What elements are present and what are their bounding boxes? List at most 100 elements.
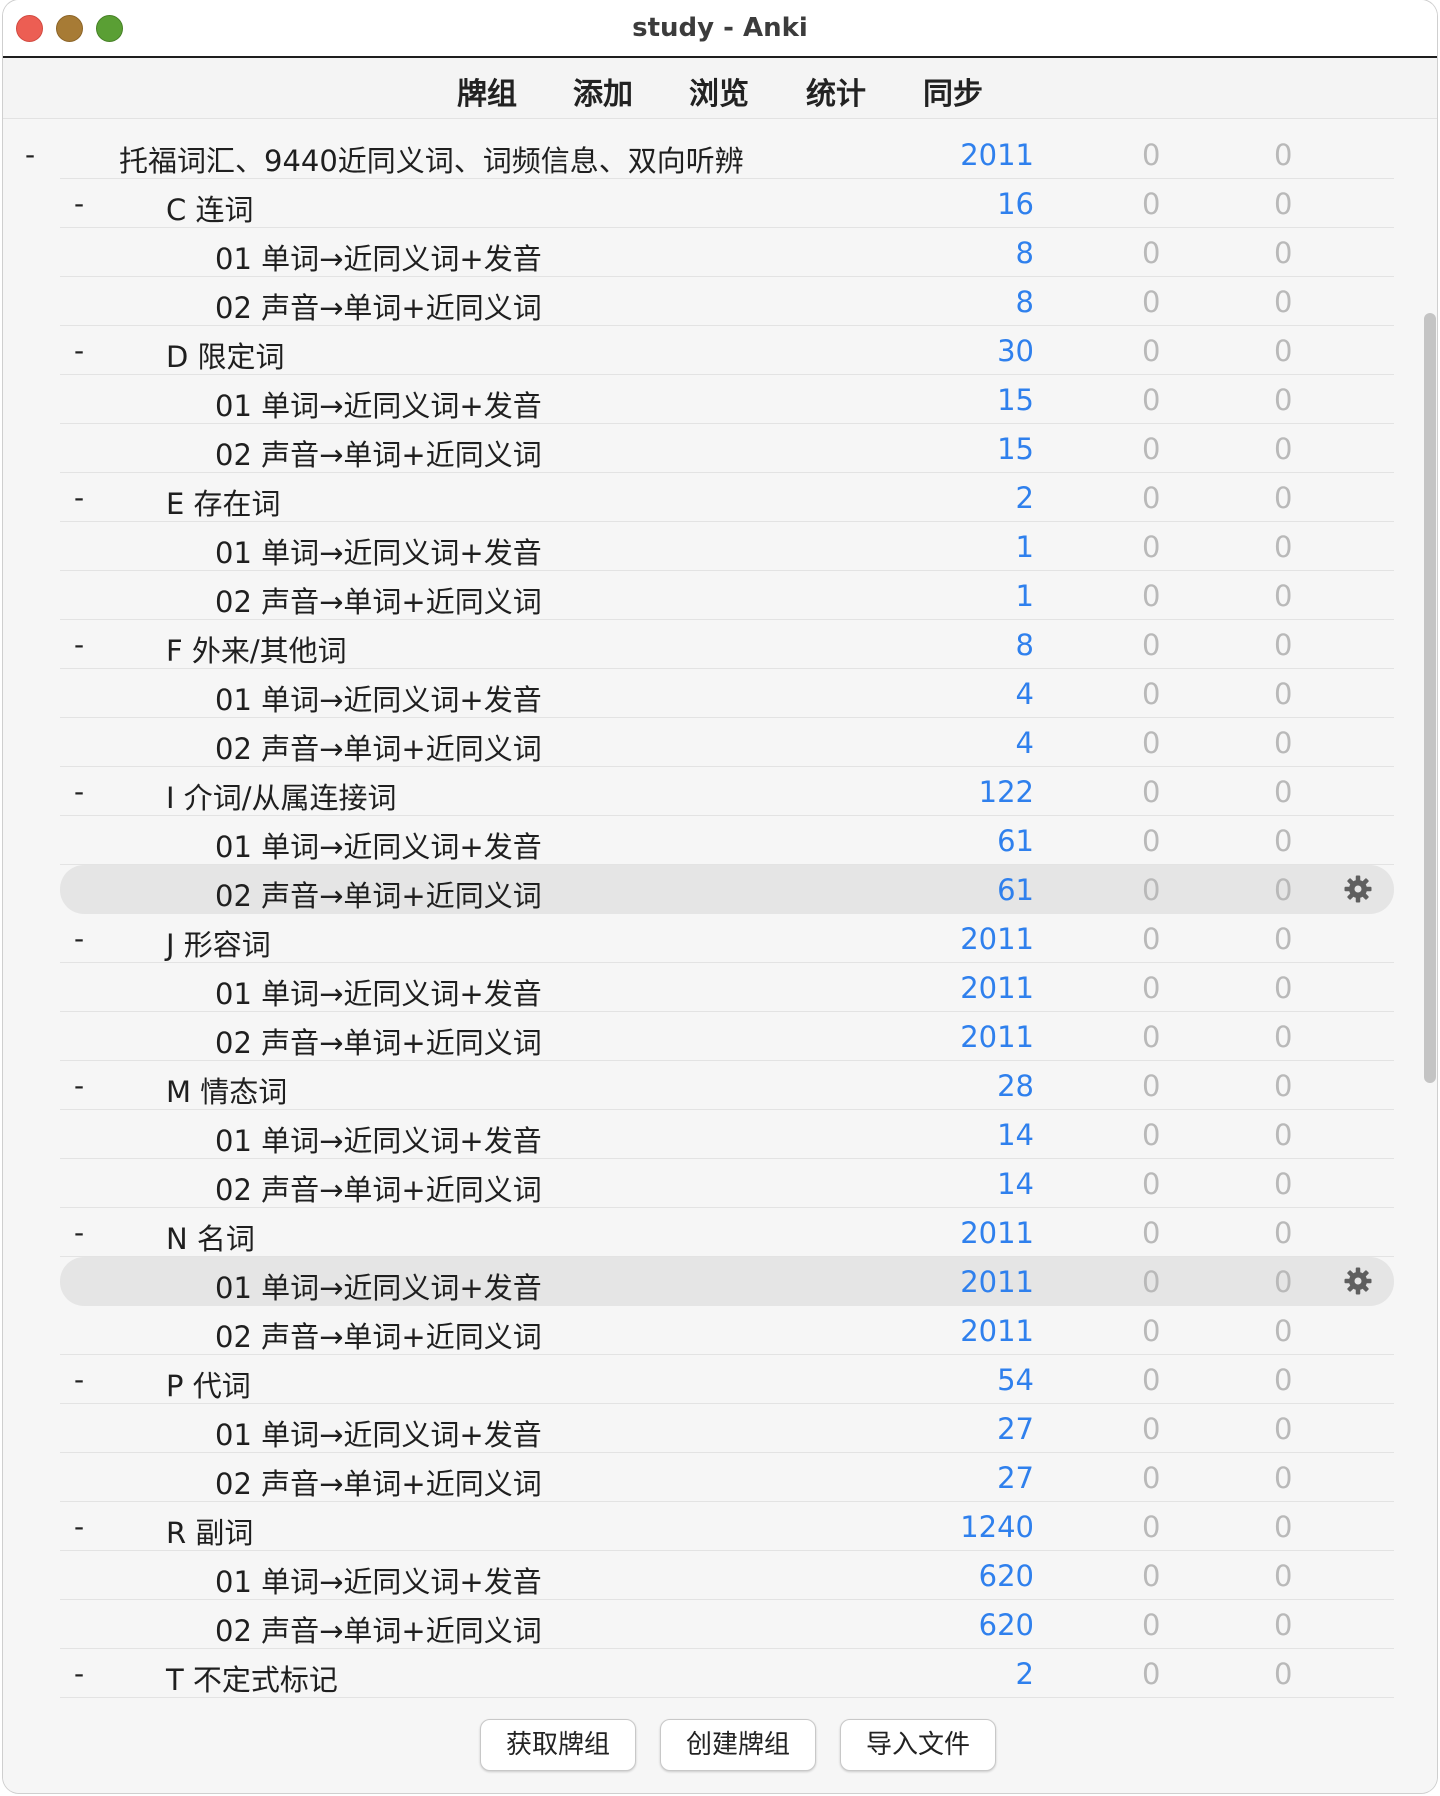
deck-name[interactable]: 02 声音→单词+近同义词 xyxy=(215,1608,542,1650)
collapse-toggle[interactable]: - xyxy=(74,1363,84,1396)
deck-row[interactable]: 02 声音→单词+近同义词 2011 0 0 xyxy=(60,1012,1394,1061)
import-file-button[interactable]: 导入文件 xyxy=(840,1719,996,1771)
deck-name[interactable]: 01 单词→近同义词+发音 xyxy=(215,1265,542,1307)
deck-name[interactable]: 02 声音→单词+近同义词 xyxy=(215,1314,542,1356)
collapse-toggle[interactable]: - xyxy=(74,775,84,808)
deck-row[interactable]: - R 副词 1240 0 0 xyxy=(60,1502,1394,1551)
deck-name[interactable]: C 连词 xyxy=(166,187,253,229)
deck-row[interactable]: 02 声音→单词+近同义词 620 0 0 xyxy=(60,1600,1394,1649)
deck-name[interactable]: 01 单词→近同义词+发音 xyxy=(215,236,542,278)
deck-name[interactable]: 02 声音→单词+近同义词 xyxy=(215,285,542,327)
deck-row[interactable]: 01 单词→近同义词+发音 1 0 0 xyxy=(60,522,1394,571)
deck-row[interactable]: - T 不定式标记 2 0 0 xyxy=(60,1649,1394,1698)
deck-name[interactable]: 02 声音→单词+近同义词 xyxy=(215,432,542,474)
deck-name[interactable]: E 存在词 xyxy=(166,481,281,523)
collapse-toggle[interactable]: - xyxy=(74,187,84,220)
deck-name[interactable]: 01 单词→近同义词+发音 xyxy=(215,383,542,425)
due-count: 0 xyxy=(1274,1265,1293,1299)
deck-name[interactable]: 01 单词→近同义词+发音 xyxy=(215,530,542,572)
deck-name[interactable]: P 代词 xyxy=(166,1363,251,1405)
deck-row[interactable]: 01 单词→近同义词+发音 27 0 0 xyxy=(60,1404,1394,1453)
deck-name[interactable]: 01 单词→近同义词+发音 xyxy=(215,1412,542,1454)
deck-name[interactable]: F 外来/其他词 xyxy=(166,628,347,670)
deck-row[interactable]: - P 代词 54 0 0 xyxy=(60,1355,1394,1404)
collapse-toggle[interactable]: - xyxy=(74,1657,84,1690)
deck-row[interactable]: 01 单词→近同义词+发音 2011 0 0 xyxy=(60,963,1394,1012)
collapse-toggle[interactable]: - xyxy=(74,1069,84,1102)
deck-name[interactable]: 01 单词→近同义词+发音 xyxy=(215,1559,542,1601)
deck-name[interactable]: 01 单词→近同义词+发音 xyxy=(215,677,542,719)
deck-row[interactable]: 02 声音→单词+近同义词 27 0 0 xyxy=(60,1453,1394,1502)
collapse-toggle[interactable]: - xyxy=(74,1216,84,1249)
deck-name[interactable]: 02 声音→单词+近同义词 xyxy=(215,726,542,768)
deck-row[interactable]: 02 声音→单词+近同义词 8 0 0 xyxy=(60,277,1394,326)
deck-name[interactable]: 02 声音→单词+近同义词 xyxy=(215,579,542,621)
create-deck-button[interactable]: 创建牌组 xyxy=(660,1719,816,1771)
deck-row[interactable]: - I 介词/从属连接词 122 0 0 xyxy=(60,767,1394,816)
new-count: 15 xyxy=(997,383,1034,417)
collapse-toggle[interactable]: - xyxy=(74,481,84,514)
deck-name[interactable]: N 名词 xyxy=(166,1216,255,1258)
gear-icon[interactable] xyxy=(1343,1266,1373,1296)
deck-name[interactable]: 01 单词→近同义词+发音 xyxy=(215,824,542,866)
learn-count: 0 xyxy=(1142,775,1161,809)
deck-name[interactable]: 01 单词→近同义词+发音 xyxy=(215,1118,542,1160)
learn-count: 0 xyxy=(1142,481,1161,515)
get-shared-decks-button[interactable]: 获取牌组 xyxy=(480,1719,636,1771)
collapse-toggle[interactable]: - xyxy=(74,628,84,661)
deck-row[interactable]: 01 单词→近同义词+发音 8 0 0 xyxy=(60,228,1394,277)
collapse-toggle[interactable]: - xyxy=(74,922,84,955)
bottom-bar: 获取牌组 创建牌组 导入文件 xyxy=(3,1703,1437,1793)
deck-row[interactable]: - 托福词汇、9440近同义词、词频信息、双向听辨 2011 0 0 xyxy=(25,130,1394,180)
deck-row[interactable]: 02 声音→单词+近同义词 2011 0 0 xyxy=(60,1306,1394,1355)
deck-name[interactable]: 02 声音→单词+近同义词 xyxy=(215,1167,542,1209)
new-count: 2 xyxy=(1015,481,1034,515)
deck-row[interactable]: 01 单词→近同义词+发音 620 0 0 xyxy=(60,1551,1394,1600)
toolbar-sync[interactable]: 同步 xyxy=(923,69,983,113)
new-count: 4 xyxy=(1015,726,1034,760)
deck-row[interactable]: 02 声音→单词+近同义词 4 0 0 xyxy=(60,718,1394,767)
due-count: 0 xyxy=(1274,1559,1293,1593)
deck-row[interactable]: 01 单词→近同义词+发音 61 0 0 xyxy=(60,816,1394,865)
toolbar-decks[interactable]: 牌组 xyxy=(457,69,517,113)
deck-name[interactable]: 01 单词→近同义词+发音 xyxy=(215,971,542,1013)
deck-row[interactable]: - C 连词 16 0 0 xyxy=(60,179,1394,228)
deck-row[interactable]: 01 单词→近同义词+发音 15 0 0 xyxy=(60,375,1394,424)
deck-row[interactable]: - J 形容词 2011 0 0 xyxy=(60,914,1394,963)
vertical-scrollbar[interactable] xyxy=(1424,313,1436,1083)
deck-row[interactable]: - M 情态词 28 0 0 xyxy=(60,1061,1394,1110)
collapse-toggle[interactable]: - xyxy=(74,1510,84,1543)
new-count: 1 xyxy=(1015,579,1034,613)
deck-row[interactable]: 02 声音→单词+近同义词 14 0 0 xyxy=(60,1159,1394,1208)
deck-row[interactable]: - N 名词 2011 0 0 xyxy=(60,1208,1394,1257)
deck-name[interactable]: I 介词/从属连接词 xyxy=(166,775,397,817)
deck-row[interactable]: 02 声音→单词+近同义词 61 0 0 xyxy=(60,865,1394,914)
title-bar: study - Anki xyxy=(3,0,1437,58)
deck-row[interactable]: - D 限定词 30 0 0 xyxy=(60,326,1394,375)
deck-name[interactable]: M 情态词 xyxy=(166,1069,287,1111)
toolbar-stats[interactable]: 统计 xyxy=(806,69,866,113)
deck-name[interactable]: R 副词 xyxy=(166,1510,253,1552)
deck-row[interactable]: 01 单词→近同义词+发音 4 0 0 xyxy=(60,669,1394,718)
collapse-toggle[interactable]: - xyxy=(25,138,35,171)
toolbar-browse[interactable]: 浏览 xyxy=(689,69,749,113)
new-count: 2011 xyxy=(960,971,1034,1005)
new-count: 16 xyxy=(997,187,1034,221)
collapse-toggle[interactable]: - xyxy=(74,334,84,367)
deck-name[interactable]: 02 声音→单词+近同义词 xyxy=(215,1461,542,1503)
deck-row[interactable]: 01 单词→近同义词+发音 14 0 0 xyxy=(60,1110,1394,1159)
toolbar-add[interactable]: 添加 xyxy=(573,69,633,113)
deck-row[interactable]: 02 声音→单词+近同义词 1 0 0 xyxy=(60,571,1394,620)
gear-icon[interactable] xyxy=(1343,874,1373,904)
deck-name[interactable]: 托福词汇、9440近同义词、词频信息、双向听辨 xyxy=(119,138,744,180)
deck-row[interactable]: 02 声音→单词+近同义词 15 0 0 xyxy=(60,424,1394,473)
learn-count: 0 xyxy=(1142,1314,1161,1348)
deck-row[interactable]: - F 外来/其他词 8 0 0 xyxy=(60,620,1394,669)
deck-name[interactable]: T 不定式标记 xyxy=(166,1657,338,1699)
deck-name[interactable]: J 形容词 xyxy=(166,922,271,964)
deck-row[interactable]: - E 存在词 2 0 0 xyxy=(60,473,1394,522)
deck-row[interactable]: 01 单词→近同义词+发音 2011 0 0 xyxy=(60,1257,1394,1306)
deck-name[interactable]: 02 声音→单词+近同义词 xyxy=(215,1020,542,1062)
deck-name[interactable]: D 限定词 xyxy=(166,334,285,376)
deck-name[interactable]: 02 声音→单词+近同义词 xyxy=(215,873,542,915)
